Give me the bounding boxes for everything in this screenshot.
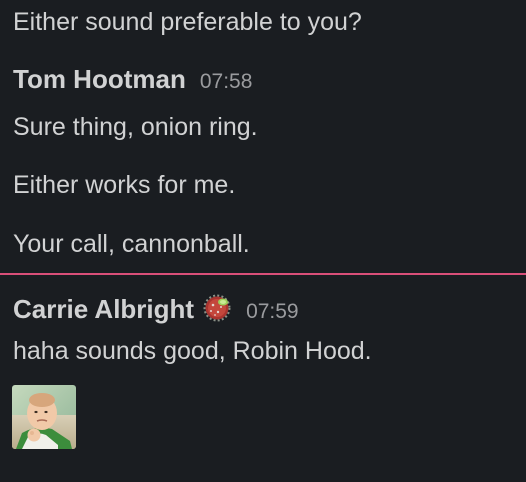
baby-image-thumbnail: [12, 385, 76, 449]
message-text: Your call, cannonball.: [13, 230, 250, 258]
author-name-carrie[interactable]: Carrie Albright: [13, 294, 194, 325]
virus-emoji-icon[interactable]: [202, 293, 232, 323]
message-text: haha sounds good, Robin Hood.: [13, 337, 372, 365]
timestamp[interactable]: 07:58: [200, 70, 253, 94]
author-name-tom[interactable]: Tom Hootman: [13, 64, 186, 95]
message-header: Tom Hootman 07:58: [13, 64, 252, 95]
message-text: Sure thing, onion ring.: [13, 113, 258, 141]
message-feed: Either sound preferable to you? Tom Hoot…: [0, 0, 526, 482]
timestamp[interactable]: 07:59: [246, 300, 299, 324]
image-attachment[interactable]: [12, 385, 76, 449]
message-header: Carrie Albright 07:59: [13, 288, 299, 325]
message-text: Either works for me.: [13, 171, 236, 199]
message-text: Either sound preferable to you?: [13, 8, 362, 36]
new-messages-divider: [0, 273, 526, 275]
